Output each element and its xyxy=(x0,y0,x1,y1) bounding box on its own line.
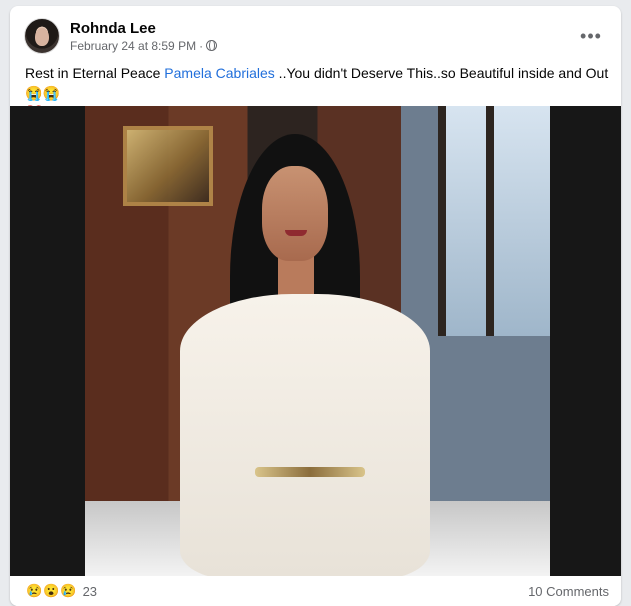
post-meta: Rohnda Lee February 24 at 8:59 PM · xyxy=(70,20,218,53)
comments-count-link[interactable]: 10 Comments xyxy=(528,584,609,599)
gold-belt xyxy=(255,467,365,477)
caption-text-start: Rest in Eternal Peace xyxy=(25,65,165,81)
post-photo[interactable] xyxy=(85,106,550,576)
post-footer: 😢 😮 😢 23 10 Comments xyxy=(10,576,621,606)
globe-icon[interactable] xyxy=(206,40,218,51)
mentioned-person-link[interactable]: Pamela Cabriales xyxy=(164,65,275,81)
post-photo-container[interactable] xyxy=(10,106,621,576)
facebook-post-card: Rohnda Lee February 24 at 8:59 PM · ••• … xyxy=(10,6,621,606)
reaction-summary[interactable]: 😢 😮 😢 23 xyxy=(26,583,97,599)
timestamp-row: February 24 at 8:59 PM · xyxy=(70,38,218,53)
caption-text-end: ..You didn't Deserve This..so Beautiful … xyxy=(274,65,609,81)
crying-face-icon: 😭 xyxy=(25,85,43,101)
post-timestamp[interactable]: February 24 at 8:59 PM xyxy=(70,39,196,53)
reaction-icons: 😢 😮 😢 xyxy=(26,583,77,599)
reaction-count: 23 xyxy=(82,583,98,599)
woman-portrait xyxy=(180,134,430,576)
meta-separator: · xyxy=(199,38,204,53)
author-name[interactable]: Rohnda Lee xyxy=(70,20,217,37)
sad-reaction-icon: 😢 xyxy=(26,583,43,598)
smiling-face xyxy=(262,166,328,261)
restaurant-window xyxy=(438,106,550,336)
post-header: Rohnda Lee February 24 at 8:59 PM · xyxy=(24,16,218,56)
author-avatar[interactable] xyxy=(24,18,60,54)
wow-reaction-icon: 😮 xyxy=(43,583,60,598)
more-options-button[interactable]: ••• xyxy=(575,20,607,52)
crying-face-icon: 😭 xyxy=(42,85,60,101)
white-blouse xyxy=(180,294,430,576)
sad-reaction-icon: 😢 xyxy=(60,583,77,598)
